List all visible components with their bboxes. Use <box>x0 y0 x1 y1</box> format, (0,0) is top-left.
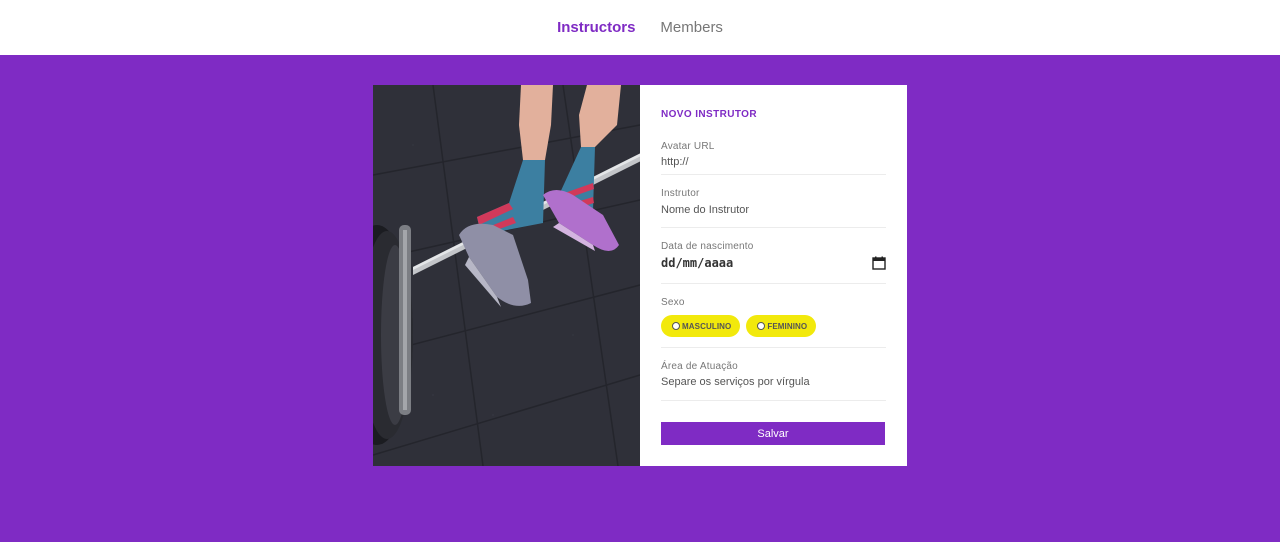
services-input[interactable] <box>661 376 886 388</box>
avatar-url-input[interactable] <box>661 156 886 168</box>
gender-option-male[interactable]: MASCULINO <box>661 315 741 337</box>
birth-date-input[interactable]: dd/mm/aaaa <box>661 256 886 270</box>
instructor-name-label: Instrutor <box>661 188 700 199</box>
gender-field: Sexo MASCULINO FEMININO <box>661 284 886 348</box>
radio-male[interactable] <box>672 322 680 330</box>
calendar-icon[interactable] <box>872 256 886 270</box>
gender-option-female-label: FEMININO <box>767 321 808 331</box>
nav-link-instructors[interactable]: Instructors <box>557 19 635 36</box>
gender-option-female[interactable]: FEMININO <box>746 315 817 337</box>
services-label: Área de Atuação <box>661 361 738 372</box>
services-field: Área de Atuação <box>661 348 886 401</box>
radio-female[interactable] <box>757 322 766 330</box>
new-instructor-form: NOVO INSTRUTOR Avatar URL Instrutor Data… <box>640 85 907 466</box>
top-nav: Instructors Members <box>0 0 1280 55</box>
weightlifting-photo <box>373 85 640 466</box>
instructor-name-input[interactable] <box>661 204 886 216</box>
avatar-url-field: Avatar URL <box>661 135 886 175</box>
instructor-card: NOVO INSTRUTOR Avatar URL Instrutor Data… <box>373 85 907 466</box>
gender-label: Sexo <box>661 297 685 308</box>
save-button[interactable]: Salvar <box>661 422 885 445</box>
birth-date-label: Data de nascimento <box>661 241 754 252</box>
avatar-url-label: Avatar URL <box>661 141 715 152</box>
gender-option-male-label: MASCULINO <box>682 321 732 331</box>
instructor-name-field: Instrutor <box>661 175 886 228</box>
form-title: NOVO INSTRUTOR <box>661 109 757 120</box>
gender-radio-group: MASCULINO FEMININO <box>661 315 886 337</box>
birth-date-placeholder: dd/mm/aaaa <box>661 256 734 270</box>
nav-link-members[interactable]: Members <box>660 19 723 36</box>
birth-date-field: Data de nascimento dd/mm/aaaa <box>661 228 886 284</box>
